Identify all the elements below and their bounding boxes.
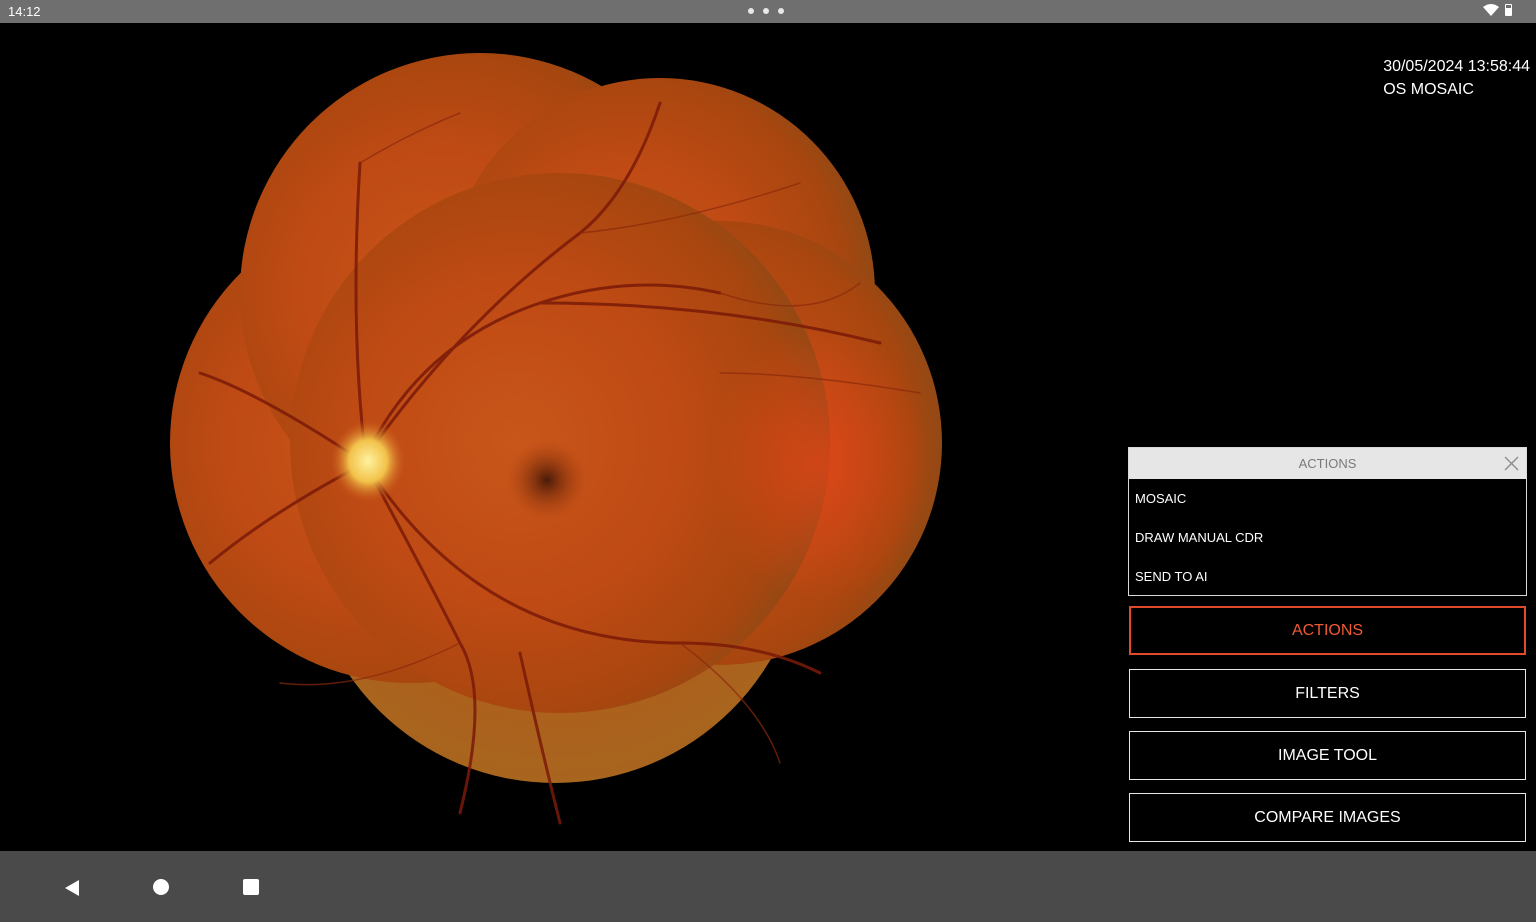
status-bar: 14:12 (0, 0, 1536, 23)
compare-images-button[interactable]: COMPARE IMAGES (1129, 793, 1526, 842)
actions-panel-title: ACTIONS (1298, 456, 1357, 471)
battery-icon (1505, 4, 1512, 16)
recents-square-icon[interactable] (243, 879, 259, 895)
actions-button[interactable]: ACTIONS (1129, 606, 1526, 655)
wifi-icon (1483, 4, 1499, 16)
image-datetime: 30/05/2024 13:58:44 (1383, 58, 1530, 75)
home-circle-icon[interactable] (153, 879, 169, 895)
action-item-send-to-ai[interactable]: SEND TO AI (1129, 557, 1526, 596)
navigation-bar (0, 851, 1536, 922)
image-tool-button[interactable]: IMAGE TOOL (1129, 731, 1526, 780)
status-dots-icon (748, 8, 784, 14)
close-icon[interactable] (1503, 455, 1520, 472)
status-time: 14:12 (8, 4, 41, 19)
action-item-draw-manual-cdr[interactable]: DRAW MANUAL CDR (1129, 518, 1526, 557)
image-info: 30/05/2024 13:58:44 OS MOSAIC (1383, 55, 1530, 101)
back-triangle-icon[interactable] (63, 879, 81, 897)
actions-panel-header: ACTIONS (1129, 448, 1526, 479)
action-item-mosaic[interactable]: MOSAIC (1129, 479, 1526, 518)
status-icons (1483, 4, 1512, 16)
fundus-mosaic-image[interactable] (160, 43, 960, 843)
image-viewer[interactable]: 30/05/2024 13:58:44 OS MOSAIC (0, 23, 1536, 851)
actions-panel: ACTIONS MOSAIC DRAW MANUAL CDR SEND TO A… (1128, 447, 1527, 596)
filters-button[interactable]: FILTERS (1129, 669, 1526, 718)
image-label: OS MOSAIC (1383, 81, 1474, 98)
